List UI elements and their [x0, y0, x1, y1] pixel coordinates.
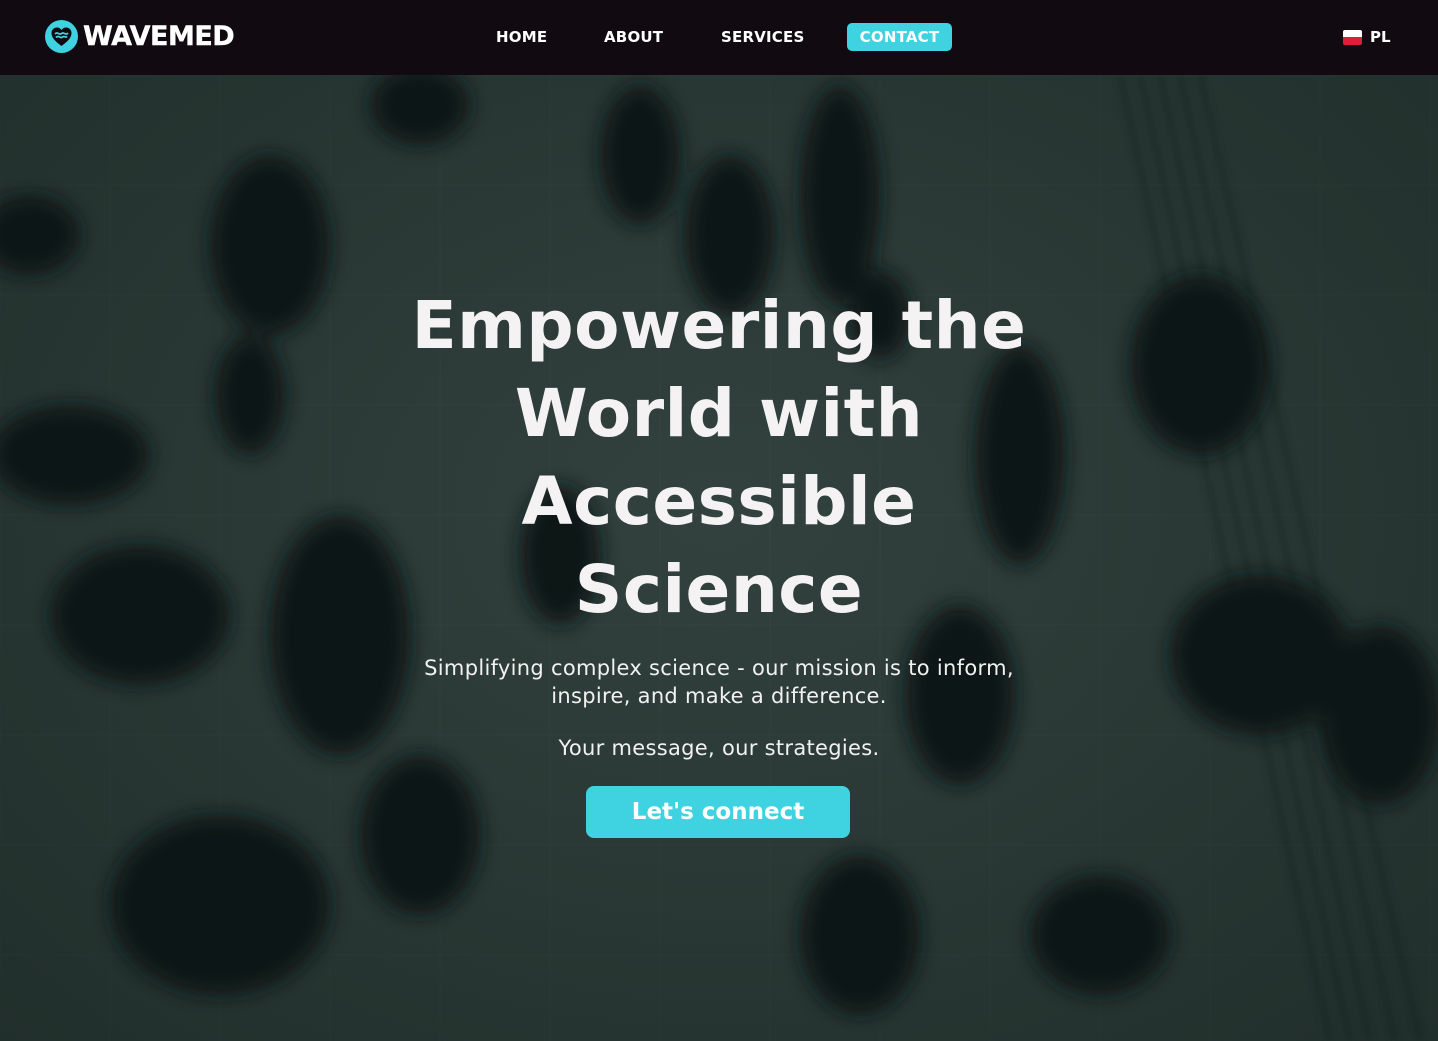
lets-connect-button[interactable]: Let's connect — [586, 786, 850, 838]
poland-flag-icon — [1343, 29, 1362, 45]
nav-contact-button[interactable]: CONTACT — [847, 23, 952, 51]
nav-services[interactable]: SERVICES — [721, 23, 804, 51]
hero-title: Empowering the World with Accessible Sci… — [411, 287, 1027, 628]
site-header: WAVEMED HOME ABOUT SERVICES CONTACT PL — [0, 0, 1438, 75]
hero-subtitle: Simplifying complex science - our missio… — [424, 656, 1014, 708]
main-nav: HOME ABOUT SERVICES CONTACT — [0, 23, 1438, 51]
hero-tagline: Your message, our strategies. — [558, 736, 880, 760]
hero-section: Empowering the World with Accessible Sci… — [0, 75, 1438, 1041]
language-switcher[interactable]: PL — [1343, 27, 1391, 47]
language-label: PL — [1370, 28, 1391, 46]
nav-about[interactable]: ABOUT — [604, 23, 663, 51]
nav-home[interactable]: HOME — [496, 23, 547, 51]
